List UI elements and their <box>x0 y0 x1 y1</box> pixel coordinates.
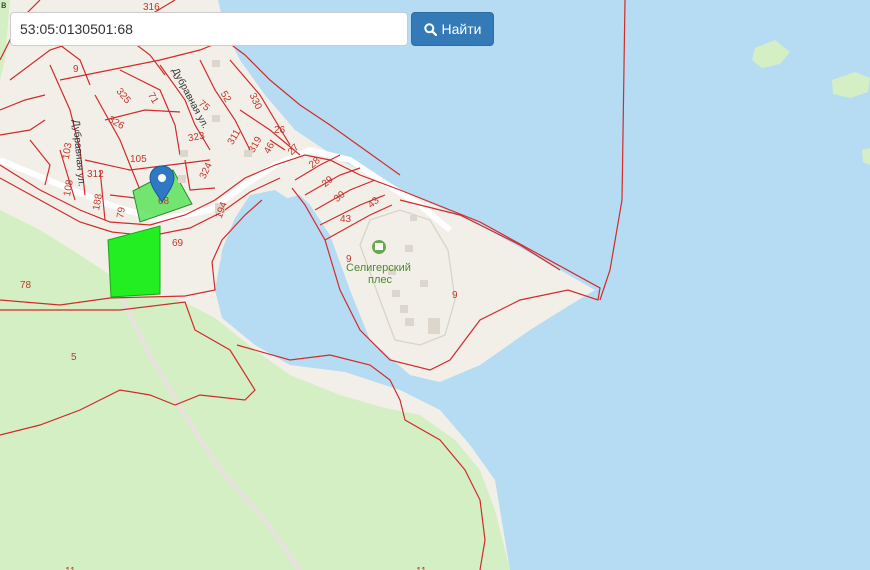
search-icon <box>423 22 437 36</box>
place-name: плес <box>368 274 392 286</box>
parcel-label: 69 <box>172 238 184 249</box>
parcel-label: 312 <box>87 169 104 180</box>
parcel-label: 11 <box>416 566 427 570</box>
lodging-icon[interactable] <box>372 240 386 254</box>
parcel-label: 11 <box>65 566 76 570</box>
search-button-label: Найти <box>441 21 482 37</box>
corner-label: в <box>1 0 7 11</box>
parcel-label: 78 <box>20 280 32 291</box>
parcel-label: 9 <box>452 290 458 301</box>
parcel-label: 26 <box>274 125 286 136</box>
parcel-label: 9 <box>73 64 79 75</box>
search-button[interactable]: Найти <box>411 12 494 46</box>
place-name: Селигерский <box>346 262 411 274</box>
parcel-label: 105 <box>130 154 147 165</box>
map-canvas[interactable]: 316 9 325 71 75 52 330 326 323 311 319 4… <box>0 0 870 570</box>
search-bar: Найти <box>10 12 494 46</box>
parcel-label: 43 <box>340 214 352 225</box>
search-input[interactable] <box>10 12 408 46</box>
parcel-label: 5 <box>71 352 77 363</box>
